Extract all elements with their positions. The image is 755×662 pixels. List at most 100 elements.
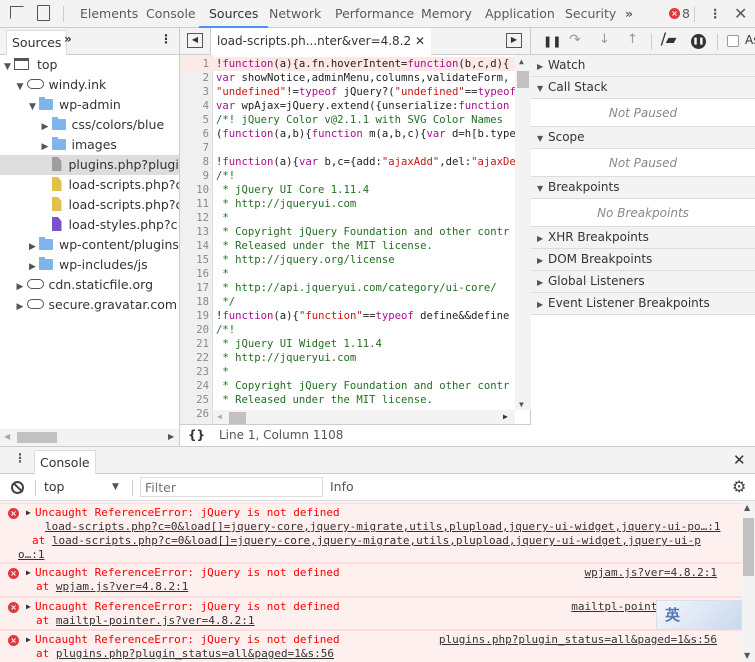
section-watch[interactable]: ▶ Watch bbox=[531, 55, 755, 77]
drawer-tab-console[interactable]: Console bbox=[34, 450, 96, 474]
line-number[interactable]: 21 bbox=[180, 337, 209, 351]
line-number[interactable]: 15 bbox=[180, 253, 209, 267]
tree-item[interactable]: ▼ windy.ink bbox=[0, 75, 179, 95]
collapsed-triangle-icon[interactable]: ▶ bbox=[42, 137, 52, 155]
expand-triangle-icon[interactable]: ▶ bbox=[26, 508, 31, 517]
error-icon[interactable]: × bbox=[669, 8, 680, 19]
tab-elements[interactable]: Elements bbox=[80, 0, 138, 28]
line-number[interactable]: 13 bbox=[180, 225, 209, 239]
line-number[interactable]: 3 bbox=[180, 85, 209, 99]
code-editor[interactable]: 1 !function(a){a.fn.hoverIntent=function(… bbox=[180, 55, 531, 425]
expanded-triangle-icon[interactable]: ▼ bbox=[4, 57, 14, 75]
tree-item[interactable]: ▶ css/colors/blue bbox=[0, 115, 179, 135]
expand-triangle-icon[interactable]: ▶ bbox=[26, 602, 31, 611]
navigator-tab-sources[interactable]: Sources bbox=[6, 30, 68, 55]
console-error-message[interactable]: × ▶ Uncaught ReferenceError: jQuery is not… bbox=[0, 503, 742, 563]
tree-item[interactable]: plugins.php?plugin_status=all&paged=1&s bbox=[0, 155, 179, 175]
source-link[interactable]: plugins.php?plugin_status=all&paged=1&s:… bbox=[439, 633, 717, 647]
context-select[interactable]: top ▼ bbox=[44, 474, 129, 500]
line-number[interactable]: 1 bbox=[180, 57, 209, 71]
tab-application[interactable]: Application bbox=[485, 0, 555, 28]
console-error-message[interactable]: × ▶ Uncaught ReferenceError: jQuery is not… bbox=[0, 563, 742, 597]
stack-link[interactable]: wpjam.js?ver=4.8.2:1 bbox=[56, 580, 188, 593]
collapsed-triangle-icon[interactable]: ▶ bbox=[29, 257, 39, 275]
expand-triangle-icon[interactable]: ▶ bbox=[26, 568, 31, 577]
section-dom-breakpoints[interactable]: ▶ DOM Breakpoints bbox=[531, 249, 755, 271]
console-error-message[interactable]: × ▶ Uncaught ReferenceError: jQuery is not… bbox=[0, 630, 742, 662]
tab-memory[interactable]: Memory bbox=[421, 0, 472, 28]
tab-security[interactable]: Security bbox=[565, 0, 616, 28]
line-number[interactable]: 6 bbox=[180, 127, 209, 141]
tree-item[interactable]: ▶ secure.gravatar.com bbox=[0, 295, 179, 315]
collapsed-triangle-icon[interactable]: ▶ bbox=[17, 277, 27, 295]
collapsed-triangle-icon[interactable]: ▶ bbox=[17, 297, 27, 315]
tree-item[interactable]: ▶ cdn.staticfile.org bbox=[0, 275, 179, 295]
tree-item[interactable]: ▼ wp-admin bbox=[0, 95, 179, 115]
line-number[interactable]: 26 bbox=[180, 407, 209, 421]
navigator-more-button[interactable]: » bbox=[64, 32, 72, 46]
line-number[interactable]: 12 bbox=[180, 211, 209, 225]
line-number[interactable]: 5 bbox=[180, 113, 209, 127]
line-number[interactable]: 10 bbox=[180, 183, 209, 197]
stack-link[interactable]: mailtpl-pointer.js?ver=4.8.2:1 bbox=[56, 614, 255, 627]
clear-console-icon[interactable] bbox=[11, 481, 24, 494]
source-link[interactable]: wpjam.js?ver=4.8.2:1 bbox=[585, 566, 717, 580]
line-number[interactable]: 14 bbox=[180, 239, 209, 253]
line-number[interactable]: 23 bbox=[180, 365, 209, 379]
line-number[interactable]: 16 bbox=[180, 267, 209, 281]
line-number[interactable]: 24 bbox=[180, 379, 209, 393]
expanded-triangle-icon[interactable]: ▼ bbox=[17, 77, 27, 95]
tab-performance[interactable]: Performance bbox=[335, 0, 414, 28]
step-out-icon[interactable]: ↑ bbox=[627, 32, 638, 47]
async-checkbox[interactable] bbox=[727, 35, 739, 47]
line-number[interactable]: 20 bbox=[180, 323, 209, 337]
tree-item[interactable]: load-scripts.php?c=0&load[]=jquery-core bbox=[0, 175, 179, 195]
error-count[interactable]: 8 bbox=[682, 0, 690, 28]
line-number[interactable]: 17 bbox=[180, 281, 209, 295]
console-scrollbar[interactable]: ▲ ▼ bbox=[742, 501, 755, 662]
customize-menu-icon[interactable]: ⋮ bbox=[709, 0, 722, 28]
pause-on-exceptions-icon[interactable]: ❚❚ bbox=[691, 34, 706, 49]
section-breakpoints[interactable]: ▼ Breakpoints bbox=[531, 177, 755, 199]
expanded-triangle-icon[interactable]: ▼ bbox=[29, 97, 39, 115]
drawer-menu-icon[interactable]: ⋮ bbox=[14, 451, 26, 465]
tree-item[interactable]: load-scripts.php?c=0&load[]=hoverIntent bbox=[0, 195, 179, 215]
toggle-debugger-icon[interactable]: ▶ bbox=[506, 33, 522, 48]
line-number[interactable]: 9 bbox=[180, 169, 209, 183]
pretty-print-button[interactable]: {} bbox=[188, 425, 205, 446]
navigator-horizontal-scrollbar[interactable]: ◀ ▶ bbox=[0, 429, 179, 446]
section-global-listeners[interactable]: ▶ Global Listeners bbox=[531, 271, 755, 293]
close-tab-icon[interactable]: ✕ bbox=[415, 34, 425, 48]
console-filter-input[interactable] bbox=[140, 477, 323, 497]
expand-triangle-icon[interactable]: ▶ bbox=[26, 635, 31, 644]
line-number[interactable]: 8 bbox=[180, 155, 209, 169]
tree-item[interactable]: load-styles.php?c=0&dir=ltr bbox=[0, 215, 179, 235]
line-number[interactable]: 11 bbox=[180, 197, 209, 211]
line-number[interactable]: 2 bbox=[180, 71, 209, 85]
log-level-select[interactable]: Info bbox=[330, 474, 354, 500]
stack-link[interactable]: load-scripts.php?c=0&load[]=jquery-core,… bbox=[45, 520, 721, 534]
editor-horizontal-scrollbar[interactable]: ◀ ▶ bbox=[213, 410, 515, 425]
section-call-stack[interactable]: ▼ Call Stack bbox=[531, 77, 755, 99]
toggle-navigator-icon[interactable]: ◀ bbox=[187, 33, 203, 48]
section-scope[interactable]: ▼ Scope bbox=[531, 127, 755, 149]
close-drawer-icon[interactable]: ✕ bbox=[733, 451, 746, 469]
line-number[interactable]: 22 bbox=[180, 351, 209, 365]
stack-link[interactable]: plugins.php?plugin_status=all&paged=1&s:… bbox=[56, 647, 334, 660]
stack-link-wrap[interactable]: o…:1 bbox=[18, 548, 45, 562]
tab-sources[interactable]: Sources bbox=[199, 0, 269, 28]
collapsed-triangle-icon[interactable]: ▶ bbox=[42, 117, 52, 135]
tree-item[interactable]: ▼ top bbox=[0, 55, 179, 75]
section-event-listener-breakpoints[interactable]: ▶ Event Listener Breakpoints bbox=[531, 293, 755, 315]
line-number[interactable]: 18 bbox=[180, 295, 209, 309]
stack-link[interactable]: load-scripts.php?c=0&load[]=jquery-core,… bbox=[52, 534, 701, 547]
collapsed-triangle-icon[interactable]: ▶ bbox=[29, 237, 39, 255]
tree-item[interactable]: ▶ wp-includes/js bbox=[0, 255, 179, 275]
console-settings-gear-icon[interactable]: ⚙ bbox=[732, 477, 746, 496]
line-number[interactable]: 4 bbox=[180, 99, 209, 113]
more-tabs-button[interactable]: » bbox=[625, 0, 633, 28]
editor-vertical-scrollbar[interactable]: ▲ ▼ bbox=[515, 55, 531, 410]
tab-console[interactable]: Console bbox=[146, 0, 196, 28]
device-toolbar-icon[interactable] bbox=[37, 5, 50, 21]
console-error-message[interactable]: × ▶ Uncaught ReferenceError: jQuery is not… bbox=[0, 597, 742, 630]
